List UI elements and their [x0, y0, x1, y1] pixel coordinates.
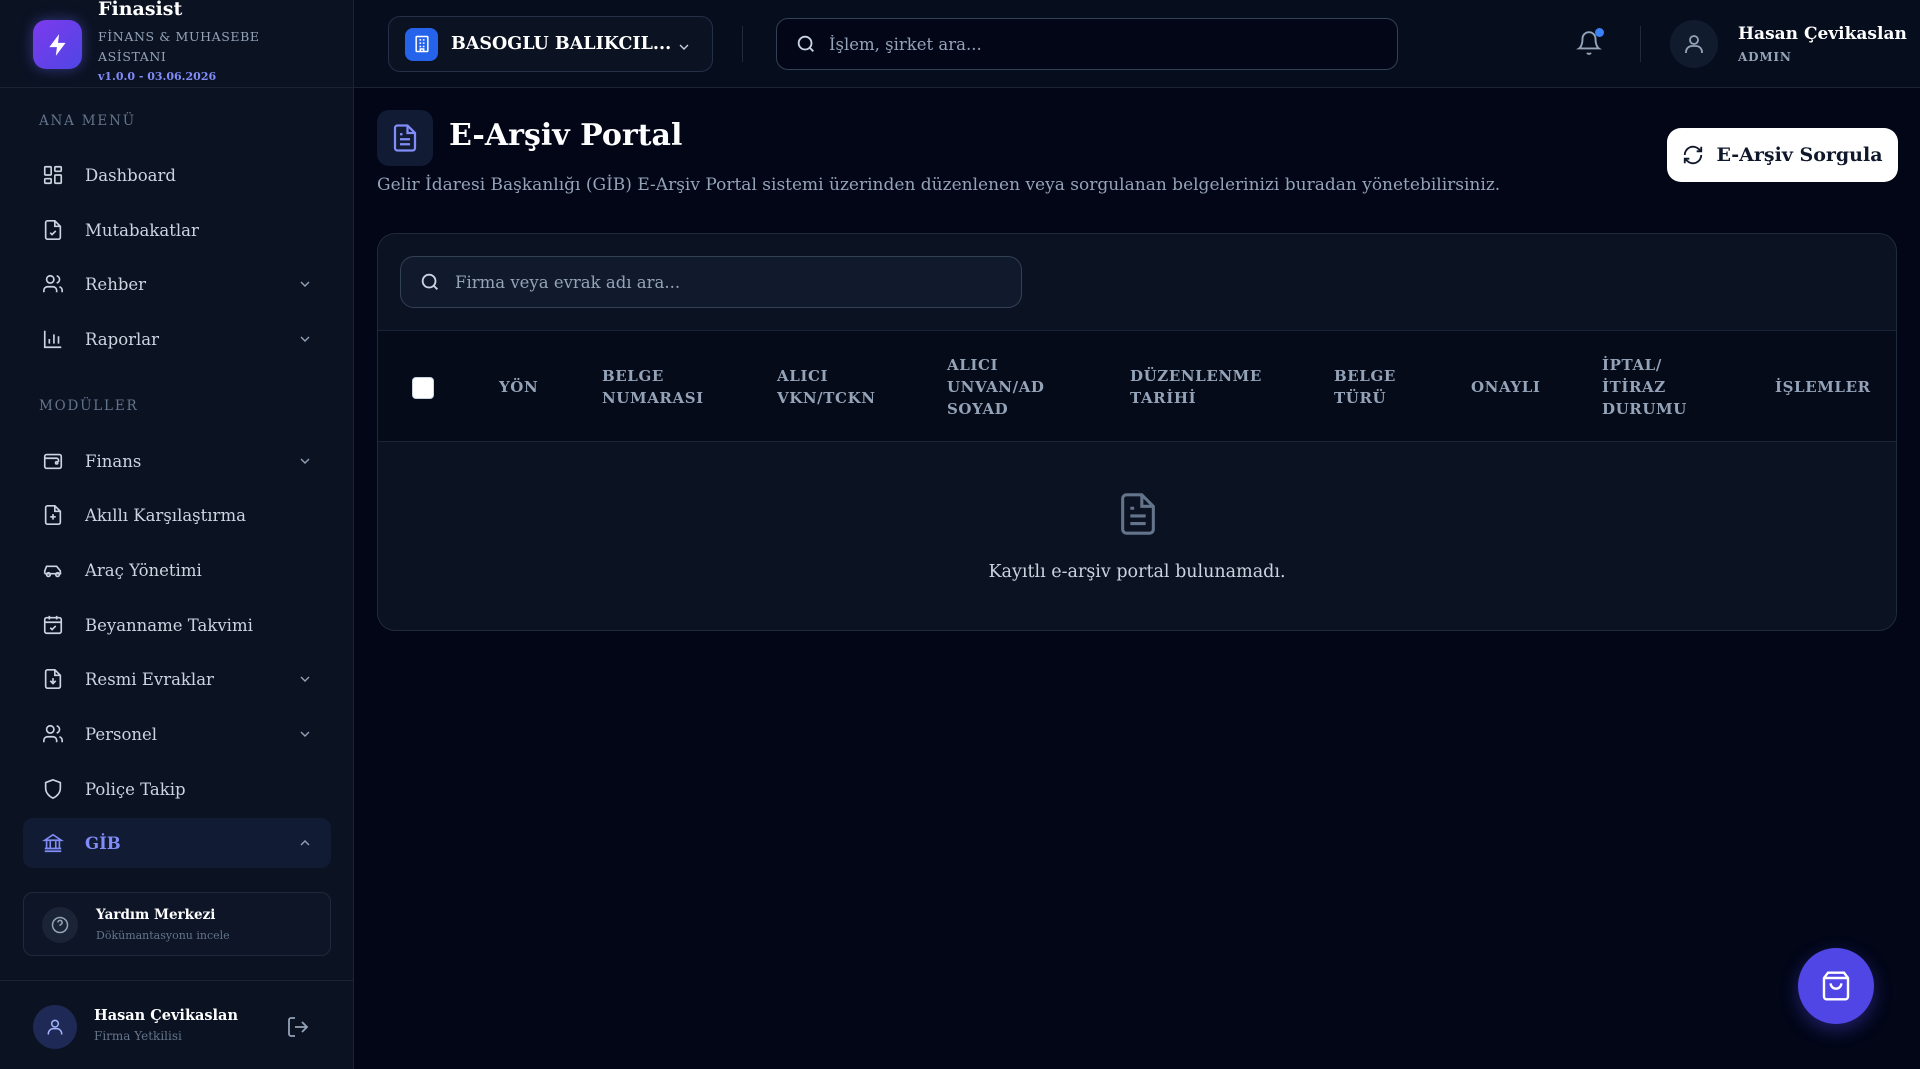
section-title-modules: MODÜLLER — [39, 398, 139, 414]
sidebar-item-label: Personel — [85, 724, 158, 744]
avatar[interactable] — [1670, 20, 1718, 68]
notification-dot — [1595, 28, 1604, 37]
column-header-belge-numarasi[interactable]: BELGE NUMARASI — [602, 331, 722, 443]
column-header-belge-turu[interactable]: BELGE TÜRÜ — [1334, 331, 1414, 443]
sidebar-item-finans[interactable]: Finans — [23, 436, 331, 486]
table-header: YÖN BELGE NUMARASI ALICI VKN/TCKN ALICI … — [378, 330, 1896, 442]
wallet-icon — [39, 450, 67, 472]
sidebar-item-gib[interactable]: GİB — [23, 818, 331, 868]
records-card: YÖN BELGE NUMARASI ALICI VKN/TCKN ALICI … — [377, 233, 1897, 631]
column-header-onayli[interactable]: ONAYLI — [1471, 331, 1571, 443]
sidebar-item-label: Araç Yönetimi — [85, 560, 202, 580]
sidebar-item-dashboard[interactable]: Dashboard — [23, 150, 331, 200]
sidebar-item-police-takip[interactable]: Poliçe Takip — [23, 764, 331, 814]
sidebar-item-label: Finans — [85, 451, 142, 471]
bell-icon[interactable] — [1576, 28, 1604, 56]
sidebar-item-raporlar[interactable]: Raporlar — [23, 314, 331, 364]
shield-icon — [39, 778, 67, 800]
logout-icon[interactable] — [286, 1015, 310, 1039]
column-header-islemler: İŞLEMLER — [1775, 378, 1871, 396]
sidebar-item-label: Poliçe Takip — [85, 779, 186, 799]
sidebar-item-personel[interactable]: Personel — [23, 709, 331, 759]
document-check-icon — [39, 219, 67, 241]
sidebar-item-beyanname-takvimi[interactable]: Beyanname Takvimi — [23, 600, 331, 650]
help-title: Yardım Merkezi — [96, 907, 216, 923]
help-center-card[interactable]: Yardım Merkezi Dökümantasyonu incele — [23, 892, 331, 956]
brand-name: Finasist — [98, 0, 183, 20]
document-icon — [377, 110, 433, 166]
column-header-alici-vkn[interactable]: ALICI VKN/TCKN — [777, 331, 887, 443]
sidebar-item-mutabakatlar[interactable]: Mutabakatlar — [23, 205, 331, 255]
shopping-bag-icon — [1822, 971, 1850, 1001]
chevron-down-icon[interactable] — [297, 331, 313, 347]
sidebar-item-label: Mutabakatlar — [85, 220, 199, 240]
lightning-logo-icon[interactable] — [33, 20, 82, 69]
sidebar-item-label: Dashboard — [85, 165, 176, 185]
sidebar: Finasist FİNANS & MUHASEBE ASİSTANI v1.0… — [0, 0, 354, 1069]
sidebar-user-role: Firma Yetkilisi — [94, 1029, 182, 1043]
company-selector[interactable]: BASOGLU BALIKCIL... — [388, 16, 713, 72]
table-search[interactable] — [400, 256, 1022, 308]
company-name: BASOGLU BALIKCIL... — [451, 34, 672, 54]
bar-chart-icon — [39, 328, 67, 350]
chevron-down-icon[interactable] — [297, 726, 313, 742]
empty-state-text: Kayıtlı e-arşiv portal bulunamadı. — [988, 562, 1286, 582]
chevron-up-icon[interactable] — [297, 835, 313, 851]
top-header: BASOGLU BALIKCIL... Hasan Çevikaslan ADM… — [354, 0, 1920, 88]
sidebar-item-akilli-karsilastirma[interactable]: Akıllı Karşılaştırma — [23, 490, 331, 540]
sidebar-item-rehber[interactable]: Rehber — [23, 259, 331, 309]
compare-document-icon — [39, 504, 67, 526]
select-all-checkbox[interactable] — [412, 377, 434, 399]
column-header-duzenlenme-tarihi[interactable]: DÜZENLENME TARİHİ — [1130, 331, 1261, 443]
page-description: Gelir İdaresi Başkanlığı (GİB) E-Arşiv P… — [377, 175, 1501, 195]
chevron-down-icon[interactable] — [297, 671, 313, 687]
header-divider — [1640, 26, 1641, 62]
search-icon — [795, 33, 817, 55]
users-icon — [39, 273, 67, 295]
sidebar-item-label: GİB — [85, 833, 121, 853]
brand-version: v1.0.0 - 03.06.2026 — [98, 70, 217, 83]
download-document-icon — [39, 668, 67, 690]
sidebar-item-label: Rehber — [85, 274, 147, 294]
search-icon — [419, 271, 441, 293]
table-search-input[interactable] — [455, 272, 982, 292]
sidebar-user-name: Hasan Çevikaslan — [94, 1007, 238, 1024]
sidebar-item-resmi-evraklar[interactable]: Resmi Evraklar — [23, 654, 331, 704]
column-header-iptal-itiraz[interactable]: İPTAL/ İTİRAZ DURUMU — [1602, 331, 1702, 443]
sidebar-item-label: Raporlar — [85, 329, 160, 349]
header-user-name[interactable]: Hasan Çevikaslan — [1738, 24, 1907, 44]
sidebar-item-arac-yonetimi[interactable]: Araç Yönetimi — [23, 545, 331, 595]
query-button-label: E-Arşiv Sorgula — [1716, 144, 1883, 166]
sidebar-user: Hasan Çevikaslan Firma Yetkilisi — [0, 980, 354, 1069]
sidebar-item-label: Beyanname Takvimi — [85, 615, 253, 635]
help-subtitle: Dökümantasyonu incele — [96, 929, 230, 942]
help-circle-icon — [42, 907, 78, 943]
chevron-down-icon — [676, 39, 692, 55]
global-search[interactable] — [776, 18, 1398, 70]
sidebar-item-label: Resmi Evraklar — [85, 669, 214, 689]
column-header-yon[interactable]: YÖN — [499, 331, 579, 443]
header-user-role: ADMIN — [1738, 50, 1792, 64]
empty-document-icon — [1115, 488, 1161, 540]
header-divider — [742, 26, 743, 62]
building-icon — [405, 27, 438, 61]
section-title-main: ANA MENÜ — [39, 113, 136, 129]
brand: Finasist FİNANS & MUHASEBE ASİSTANI v1.0… — [0, 0, 353, 88]
brand-subtitle: FİNANS & MUHASEBE ASİSTANI — [98, 29, 260, 64]
chevron-down-icon[interactable] — [297, 453, 313, 469]
sidebar-item-label: Akıllı Karşılaştırma — [85, 505, 246, 525]
page-title: E-Arşiv Portal — [449, 118, 683, 153]
dashboard-icon — [39, 164, 67, 186]
users-icon — [39, 723, 67, 745]
refresh-icon — [1684, 145, 1703, 165]
e-arsiv-query-button[interactable]: E-Arşiv Sorgula — [1667, 128, 1898, 182]
bank-icon — [39, 832, 67, 854]
global-search-input[interactable] — [829, 34, 1356, 54]
column-header-alici-unvan[interactable]: ALICI UNVAN/AD SOYAD — [947, 331, 1067, 443]
car-icon — [39, 559, 67, 581]
shopping-bag-fab[interactable] — [1798, 948, 1874, 1024]
avatar[interactable] — [33, 1005, 77, 1049]
calendar-icon — [39, 614, 67, 636]
chevron-down-icon[interactable] — [297, 276, 313, 292]
